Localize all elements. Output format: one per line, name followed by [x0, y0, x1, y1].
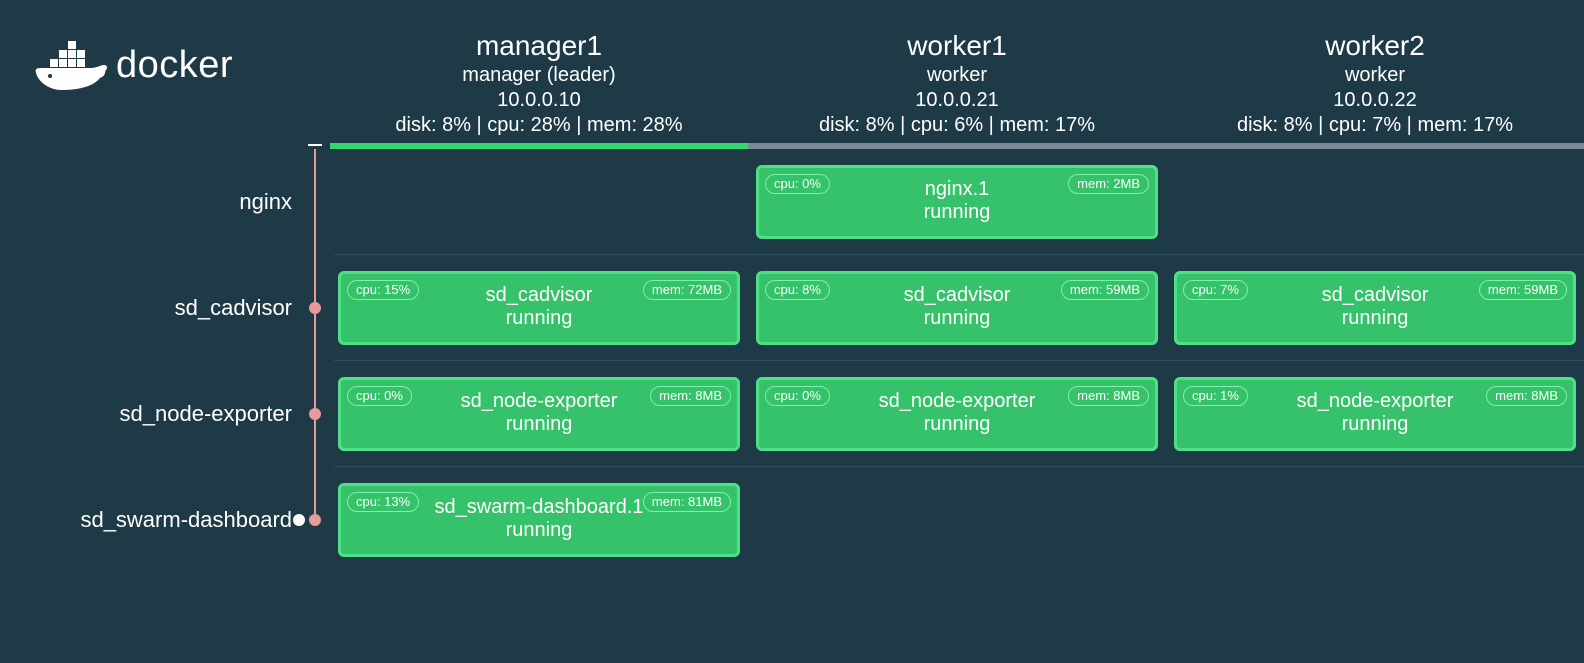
node-name: worker1	[752, 30, 1162, 62]
cpu-badge: cpu: 0%	[765, 174, 830, 194]
service-row-label-nginx[interactable]: nginx	[0, 149, 300, 255]
mem-badge: mem: 8MB	[1068, 386, 1149, 406]
timeline-track	[300, 255, 330, 361]
node-ip: 10.0.0.22	[1170, 89, 1580, 112]
service-row-label-cadvisor[interactable]: sd_cadvisor	[0, 255, 300, 361]
task-status: running	[351, 413, 727, 436]
node-role: manager (leader)	[334, 64, 744, 87]
cpu-badge: cpu: 8%	[765, 280, 830, 300]
node-name: manager1	[334, 30, 744, 62]
mem-badge: mem: 59MB	[1061, 280, 1149, 300]
mem-badge: mem: 8MB	[1486, 386, 1567, 406]
node-header-worker1[interactable]: worker1 worker 10.0.0.21 disk: 8% | cpu:…	[748, 20, 1166, 143]
task-card-cadvisor-worker2[interactable]: cpu: 7% mem: 59MB sd_cadvisor running	[1174, 271, 1576, 345]
node-name: worker2	[1170, 30, 1580, 62]
task-status: running	[351, 307, 727, 330]
cpu-badge: cpu: 15%	[347, 280, 419, 300]
mem-badge: mem: 8MB	[650, 386, 731, 406]
task-card-cadvisor-manager1[interactable]: cpu: 15% mem: 72MB sd_cadvisor running	[338, 271, 740, 345]
task-status: running	[1187, 413, 1563, 436]
task-card-swarm-dashboard-manager1[interactable]: cpu: 13% mem: 81MB sd_swarm-dashboard.1 …	[338, 483, 740, 557]
cpu-badge: cpu: 0%	[347, 386, 412, 406]
mem-badge: mem: 81MB	[643, 492, 731, 512]
node-header-worker2[interactable]: worker2 worker 10.0.0.22 disk: 8% | cpu:…	[1166, 20, 1584, 143]
timeline-track	[300, 149, 330, 255]
timeline-track	[300, 467, 330, 573]
task-card-node-exporter-manager1[interactable]: cpu: 0% mem: 8MB sd_node-exporter runnin…	[338, 377, 740, 451]
cpu-badge: cpu: 7%	[1183, 280, 1248, 300]
timeline-track	[300, 361, 330, 467]
node-ip: 10.0.0.21	[752, 89, 1162, 112]
timeline-end-dot-icon	[293, 514, 305, 526]
mem-badge: mem: 2MB	[1068, 174, 1149, 194]
node-stats: disk: 8% | cpu: 7% | mem: 17%	[1170, 114, 1580, 137]
cpu-badge: cpu: 13%	[347, 492, 419, 512]
task-card-cadvisor-worker1[interactable]: cpu: 8% mem: 59MB sd_cadvisor running	[756, 271, 1158, 345]
task-card-nginx-worker1[interactable]: cpu: 0% mem: 2MB nginx.1 running	[756, 165, 1158, 239]
timeline-dot-icon	[309, 514, 321, 526]
task-status: running	[1187, 307, 1563, 330]
task-card-node-exporter-worker1[interactable]: cpu: 0% mem: 8MB sd_node-exporter runnin…	[756, 377, 1158, 451]
node-role: worker	[1170, 64, 1580, 87]
mem-badge: mem: 72MB	[643, 280, 731, 300]
timeline-dot-icon	[309, 408, 321, 420]
node-stats: disk: 8% | cpu: 28% | mem: 28%	[334, 114, 744, 137]
timeline-dot-icon	[309, 302, 321, 314]
node-ip: 10.0.0.10	[334, 89, 744, 112]
task-status: running	[769, 201, 1145, 224]
task-status: running	[769, 307, 1145, 330]
service-row-label-swarm-dashboard[interactable]: sd_swarm-dashboard	[0, 467, 300, 573]
cpu-badge: cpu: 0%	[765, 386, 830, 406]
node-role: worker	[752, 64, 1162, 87]
cpu-badge: cpu: 1%	[1183, 386, 1248, 406]
mem-badge: mem: 59MB	[1479, 280, 1567, 300]
node-header-manager1[interactable]: manager1 manager (leader) 10.0.0.10 disk…	[330, 20, 748, 143]
service-row-label-node-exporter[interactable]: sd_node-exporter	[0, 361, 300, 467]
task-status: running	[351, 519, 727, 542]
node-stats: disk: 8% | cpu: 6% | mem: 17%	[752, 114, 1162, 137]
task-status: running	[769, 413, 1145, 436]
task-card-node-exporter-worker2[interactable]: cpu: 1% mem: 8MB sd_node-exporter runnin…	[1174, 377, 1576, 451]
